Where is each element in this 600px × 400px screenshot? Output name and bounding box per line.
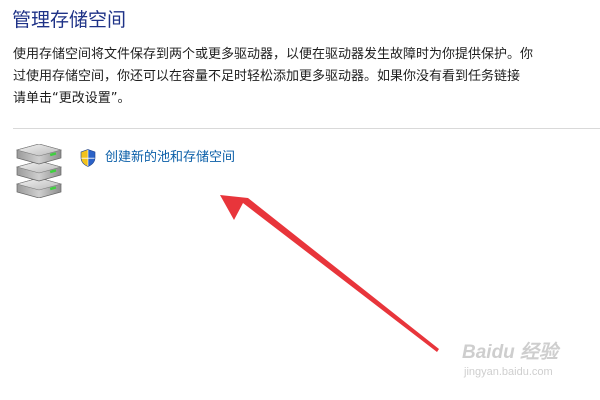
watermark-brand: Baidu 经验 — [462, 342, 559, 363]
page-title: 管理存储空间 — [12, 9, 127, 31]
baidu-watermark: Baidu 经验 jingyan.baidu.com — [462, 337, 592, 387]
description: 使用存储空间将文件保存到两个或更多驱动器，以便在驱动器发生故障时为你提供保护。你… — [13, 44, 600, 110]
create-pool-label: 创建新的池和存储空间 — [105, 150, 236, 165]
create-pool-link[interactable]: 创建新的池和存储空间 — [80, 148, 235, 168]
description-line-1: 使用存储空间将文件保存到两个或更多驱动器，以便在驱动器发生故障时为你提供保护。你 — [13, 47, 534, 62]
drive-stack-icon — [15, 144, 63, 198]
section-divider — [13, 128, 600, 129]
shield-icon — [80, 149, 96, 167]
description-line-3: 请单击“更改设置”。 — [13, 91, 131, 106]
description-line-2: 过使用存储空间，你还可以在容量不足时轻松添加更多驱动器。如果你没有看到任务链接 — [13, 69, 521, 84]
watermark-domain: jingyan.baidu.com — [464, 366, 553, 378]
